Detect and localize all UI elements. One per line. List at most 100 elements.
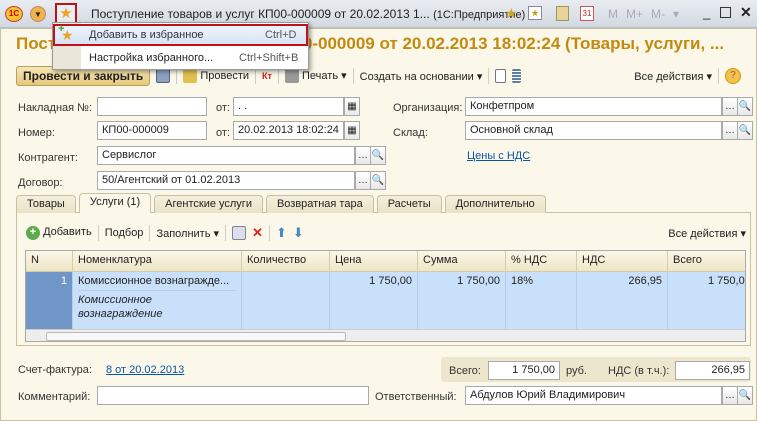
column-header-quantity[interactable]: Количество xyxy=(242,251,330,272)
vat-total-value: 266,95 xyxy=(675,361,750,380)
organization-label: Организация: xyxy=(393,102,463,114)
move-up-icon[interactable]: ⬆ xyxy=(276,225,287,241)
1c-logo-icon[interactable]: 1С xyxy=(5,6,23,22)
contractor-label: Контрагент: xyxy=(18,152,78,164)
favorites-icon[interactable]: ★ xyxy=(528,6,542,20)
cell-vat-rate[interactable]: 18% xyxy=(506,272,577,329)
contractor-input[interactable]: Сервислог xyxy=(97,146,355,165)
cell-quantity[interactable] xyxy=(242,272,330,329)
save-icon[interactable] xyxy=(156,69,171,83)
cell-total[interactable]: 1 750,00 xyxy=(668,272,745,329)
column-header-item[interactable]: Номенклатура xyxy=(73,251,242,272)
prices-with-vat-link[interactable]: Цены с НДС xyxy=(467,150,530,162)
tab-bar: Товары Услуги (1) Агентские услуги Возвр… xyxy=(16,193,546,213)
main-menu-button[interactable]: ▼ xyxy=(30,6,46,22)
contract-select-button[interactable]: … xyxy=(355,171,371,190)
invoice-doc-link[interactable]: 8 от 20.02.2013 xyxy=(106,364,184,376)
minimize-button[interactable]: _ xyxy=(703,5,710,20)
column-header-vat-rate[interactable]: % НДС xyxy=(506,251,577,272)
printer-icon xyxy=(284,69,299,84)
column-header-sum[interactable]: Сумма xyxy=(418,251,506,272)
move-down-icon[interactable]: ⬇ xyxy=(293,225,304,241)
dt-kt-icon[interactable]: Кт xyxy=(262,71,272,81)
fill-button[interactable]: Заполнить ▾ xyxy=(156,227,219,240)
contract-input[interactable]: 50/Агентский от 01.02.2013 xyxy=(97,171,355,190)
create-based-button[interactable]: Создать на основании ▾ xyxy=(360,70,483,83)
cell-sum[interactable]: 1 750,00 xyxy=(418,272,506,329)
total-value: 1 750,00 xyxy=(488,361,560,380)
column-header-n[interactable]: N xyxy=(26,251,73,272)
document-icon[interactable] xyxy=(495,69,507,83)
calendar-picker-icon[interactable]: ▦ xyxy=(344,121,360,140)
menu-item-favorites-settings[interactable]: Настройка избранного... Ctrl+Shift+B xyxy=(53,47,308,69)
comment-label: Комментарий: xyxy=(18,391,91,403)
column-header-total[interactable]: Всего xyxy=(668,251,745,272)
currency-label: руб. xyxy=(566,365,587,377)
print-button[interactable]: Печать ▾ xyxy=(284,69,347,84)
invoice-date-input[interactable]: . . xyxy=(233,97,344,116)
organization-input[interactable]: Конфетпром xyxy=(465,97,722,116)
copy-row-icon[interactable] xyxy=(232,226,247,240)
table-all-actions-button[interactable]: Все действия ▾ xyxy=(668,227,746,240)
search-icon[interactable]: 🔍 xyxy=(370,146,386,165)
invoice-number-input[interactable] xyxy=(97,97,207,116)
invoice-label: Накладная №: xyxy=(18,102,93,114)
search-icon[interactable]: 🔍 xyxy=(737,97,753,116)
post-icon xyxy=(183,69,198,83)
responsible-select-button[interactable]: … xyxy=(722,386,738,405)
tab-agent-services[interactable]: Агентские услуги xyxy=(154,195,263,213)
delete-icon[interactable]: ✕ xyxy=(252,225,263,241)
cell-n: 1 xyxy=(26,272,73,329)
cell-vat[interactable]: 266,95 xyxy=(577,272,668,329)
number-label: Номер: xyxy=(18,127,55,139)
horizontal-scrollbar[interactable] xyxy=(26,329,745,341)
number-date-input[interactable]: 20.02.2013 18:02:24 xyxy=(233,121,344,140)
responsible-label: Ответственный: xyxy=(375,391,457,403)
memory-minus-button[interactable]: M- xyxy=(651,7,665,21)
close-button[interactable]: ✕ xyxy=(740,4,752,21)
tab-settlements[interactable]: Расчеты xyxy=(376,195,442,213)
services-table: N Номенклатура Количество Цена Сумма % Н… xyxy=(25,250,746,342)
tab-goods[interactable]: Товары xyxy=(16,195,76,213)
all-actions-button[interactable]: Все действия ▾ xyxy=(634,70,712,83)
search-icon[interactable]: 🔍 xyxy=(737,121,753,140)
column-header-vat[interactable]: НДС xyxy=(577,251,668,272)
add-favorite-icon[interactable]: ★ xyxy=(505,5,518,22)
dropdown-icon[interactable]: ▾ xyxy=(673,7,679,21)
list-icon[interactable] xyxy=(512,69,522,83)
vat-total-label: НДС (в т.ч.): xyxy=(608,365,670,377)
responsible-input[interactable]: Абдулов Юрий Владимирович xyxy=(465,386,722,405)
cell-price[interactable]: 1 750,00 xyxy=(330,272,418,329)
table-toolbar: + Добавить Подбор Заполнить ▾ ✕ ⬆ ⬇ Все … xyxy=(26,224,746,242)
calendar-icon[interactable]: 31 xyxy=(580,6,594,21)
add-icon: + xyxy=(26,226,40,240)
maximize-button[interactable] xyxy=(720,7,731,18)
number-input[interactable]: КП00-000009 xyxy=(97,121,207,140)
organization-select-button[interactable]: … xyxy=(722,97,738,116)
search-icon[interactable]: 🔍 xyxy=(370,171,386,190)
contractor-select-button[interactable]: … xyxy=(355,146,371,165)
favorites-menu: ★ + Добавить в избранное Ctrl+D Настройка… xyxy=(52,22,309,70)
warehouse-label: Склад: xyxy=(393,127,428,139)
add-row-button[interactable]: + Добавить xyxy=(26,226,92,240)
search-icon[interactable]: 🔍 xyxy=(737,386,753,405)
help-icon[interactable]: ? xyxy=(725,68,741,84)
post-button[interactable]: Провести xyxy=(183,69,249,83)
tab-additional[interactable]: Дополнительно xyxy=(444,195,546,213)
add-favorite-icon: ★ + xyxy=(58,23,74,43)
memory-m-button[interactable]: M xyxy=(608,7,618,21)
select-button[interactable]: Подбор xyxy=(105,227,144,239)
warehouse-input[interactable]: Основной склад xyxy=(465,121,722,140)
menu-item-add-favorite[interactable]: ★ + Добавить в избранное Ctrl+D xyxy=(53,23,308,46)
cell-item[interactable]: Комиссионное вознагражде... Комиссионное… xyxy=(73,272,242,329)
memory-plus-button[interactable]: M+ xyxy=(626,7,643,21)
window-title: Поступление товаров и услуг КП00-000009 … xyxy=(91,7,526,21)
calendar-picker-icon[interactable]: ▦ xyxy=(344,97,360,116)
comment-input[interactable] xyxy=(97,386,369,405)
warehouse-select-button[interactable]: … xyxy=(722,121,738,140)
column-header-price[interactable]: Цена xyxy=(330,251,418,272)
calculator-icon[interactable] xyxy=(556,6,569,21)
tab-returnable-packaging[interactable]: Возвратная тара xyxy=(265,195,374,213)
invoice-doc-label: Счет-фактура: xyxy=(18,364,92,376)
tab-services[interactable]: Услуги (1) xyxy=(78,193,152,213)
